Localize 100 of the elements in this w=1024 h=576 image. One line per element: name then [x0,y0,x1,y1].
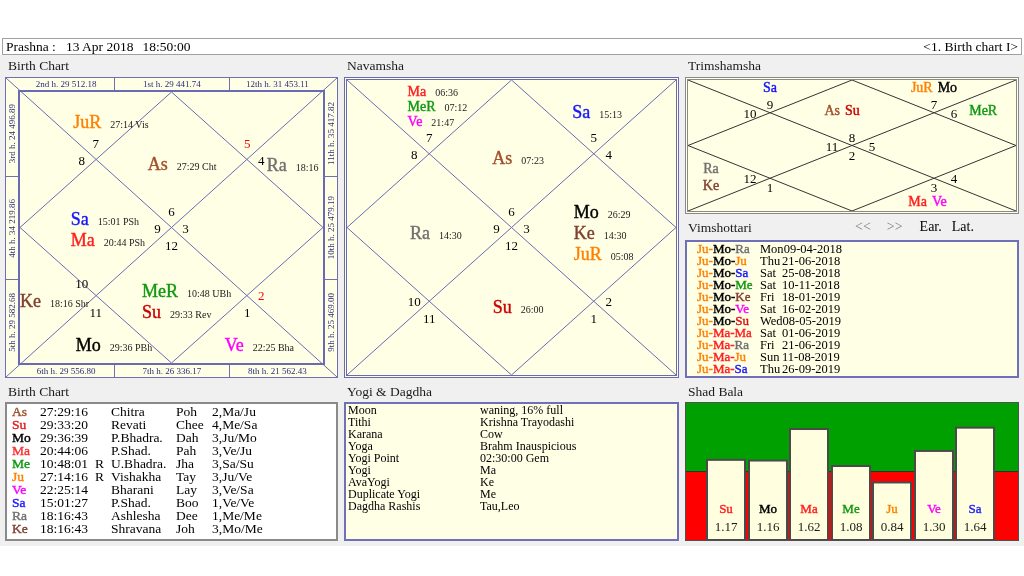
planet-degree: 27:29 Cht [176,161,217,172]
toolbar-button[interactable]: Ear. [919,220,942,234]
house-strength-label: 4th h. 34 219.86 [7,198,17,258]
row-value: waning, 16% full [480,404,563,416]
value-label: 0.84 [880,518,904,534]
planet-label: Ma [70,230,95,249]
nakshatra-cell: P.Shad. [111,444,151,457]
planet-label: Sa [763,80,777,95]
sign-number: 7 [426,130,433,144]
dasha-date: 09-04-2018 [783,243,842,255]
planet-label: Ve [931,194,947,209]
dasha-lord: Sa [735,267,749,279]
dasha-lord: Ju- [697,339,713,351]
dasha-lord: Ju- [697,351,713,363]
planet-label: Ve [224,336,244,355]
row-label: Yogi Point [348,452,400,464]
nakshatra-cell: P.Bhadra. [111,431,163,444]
dasha-date: 21-06-2018 [782,255,841,267]
planet-cell: Ma [12,444,30,457]
sign-number: 10 [407,294,421,308]
longitude-cell: 29:33:20 [40,418,88,431]
pada-cell: 4,Me/Sa [212,418,258,431]
category-label: Ma [800,500,818,516]
dasha-date: 21-06-2019 [782,339,841,351]
planet-cell: Me [12,457,30,470]
syllable-cell: Dee [176,509,198,522]
panel-title: Trimshamsha [688,59,761,73]
pada-cell: 3,Ve/Sa [212,483,254,496]
planet-degree: 22:25 Bha [252,343,295,354]
sign-number: 4 [950,171,958,185]
house-strength-label: 1st h. 29 441.74 [143,79,201,89]
dasha-lord: Ju- [697,315,713,327]
planet-label: Ra [409,224,430,243]
longitude-cell: 27:29:16 [40,405,88,418]
planet-label: MeR [407,99,436,114]
date-label: 13 Apr 2018 [65,39,134,54]
dasha-lord: Ju- [697,291,713,303]
sign-number: 9 [766,97,774,111]
dasha-date: 10-11-2018 [782,279,840,291]
planet-label: Ke [573,224,595,243]
dasha-lord: Ma- [712,327,735,339]
pada-cell: 3,Sa/Su [212,457,254,470]
dasha-lord: Mo- [712,303,736,315]
pada-cell: 3,Mo/Me [212,522,263,535]
sign-number: 3 [182,221,189,234]
dasha-lord: Me [735,279,753,291]
dasha-date: 01-06-2019 [782,327,841,339]
planet-label: As [492,149,513,168]
sign-number: 2 [258,288,265,302]
chart-selector[interactable]: <1. Birth chart I> [923,39,1018,54]
planet-degree: 14:30 [438,231,462,242]
planet-cell: Ju [12,470,24,483]
weekday-label: Thu [760,362,781,376]
row-label: Duplicate Yogi [348,488,420,500]
longitude-cell: 18:16:43 [40,509,88,522]
weekday-label: Sat [760,278,776,292]
sign-number: 12 [165,238,178,251]
planet-label: Ke [19,291,41,310]
sign-number: 11 [423,311,436,325]
syllable-cell: Pah [176,444,197,457]
planet-degree: 15:13 [599,110,622,121]
dasha-date: 16-02-2019 [782,303,841,315]
dasha-date: 25-08-2018 [782,267,841,279]
syllable-cell: Poh [176,405,197,418]
screen-title: Prashna : [6,39,56,54]
row-value: Ke [480,476,494,488]
syllable-cell: Chee [176,418,204,431]
row-label: Karana [348,428,383,440]
syllable-cell: Jha [176,457,194,470]
weekday-label: Sat [760,266,776,280]
dasha-lord: Ju- [697,255,713,267]
value-label: 1.17 [714,518,738,534]
dasha-lord: Ra [734,339,749,351]
row-label: Moon [348,404,377,416]
dasha-lord: Ju- [697,279,713,291]
row-value: Cow [480,428,503,440]
nakshatra-cell: Bharani [111,483,154,496]
row-value: Ma [480,464,496,476]
sign-number: 11 [825,139,839,152]
dasha-date: 11-08-2019 [782,351,840,363]
nakshatra-cell: Revati [111,418,147,431]
sign-number: 7 [930,97,938,111]
planet-label: Mo [75,336,101,355]
house-strength-label: 11th h. 35 417.82 [326,101,336,165]
planet-label: MeR [142,281,179,300]
planet-label: Su [492,298,512,317]
row-label: Tithi [348,416,371,428]
planet-degree: 07:12 [444,102,468,113]
category-label: Ju [886,500,898,516]
sign-number: 3 [930,180,938,194]
dasha-lord: Ju- [697,303,713,315]
toolbar-button[interactable]: Lat. [951,220,974,234]
planet-degree: 26:00 [520,305,544,316]
dasha-lord: Ke [735,291,751,303]
planet-cell: Ra [12,509,27,522]
value-label: 1.16 [756,518,780,534]
nakshatra-cell: P.Shad. [111,496,151,509]
planet-degree: 05:08 [610,252,634,263]
category-label: Ve [927,500,941,516]
value-label: 1.08 [839,518,863,534]
